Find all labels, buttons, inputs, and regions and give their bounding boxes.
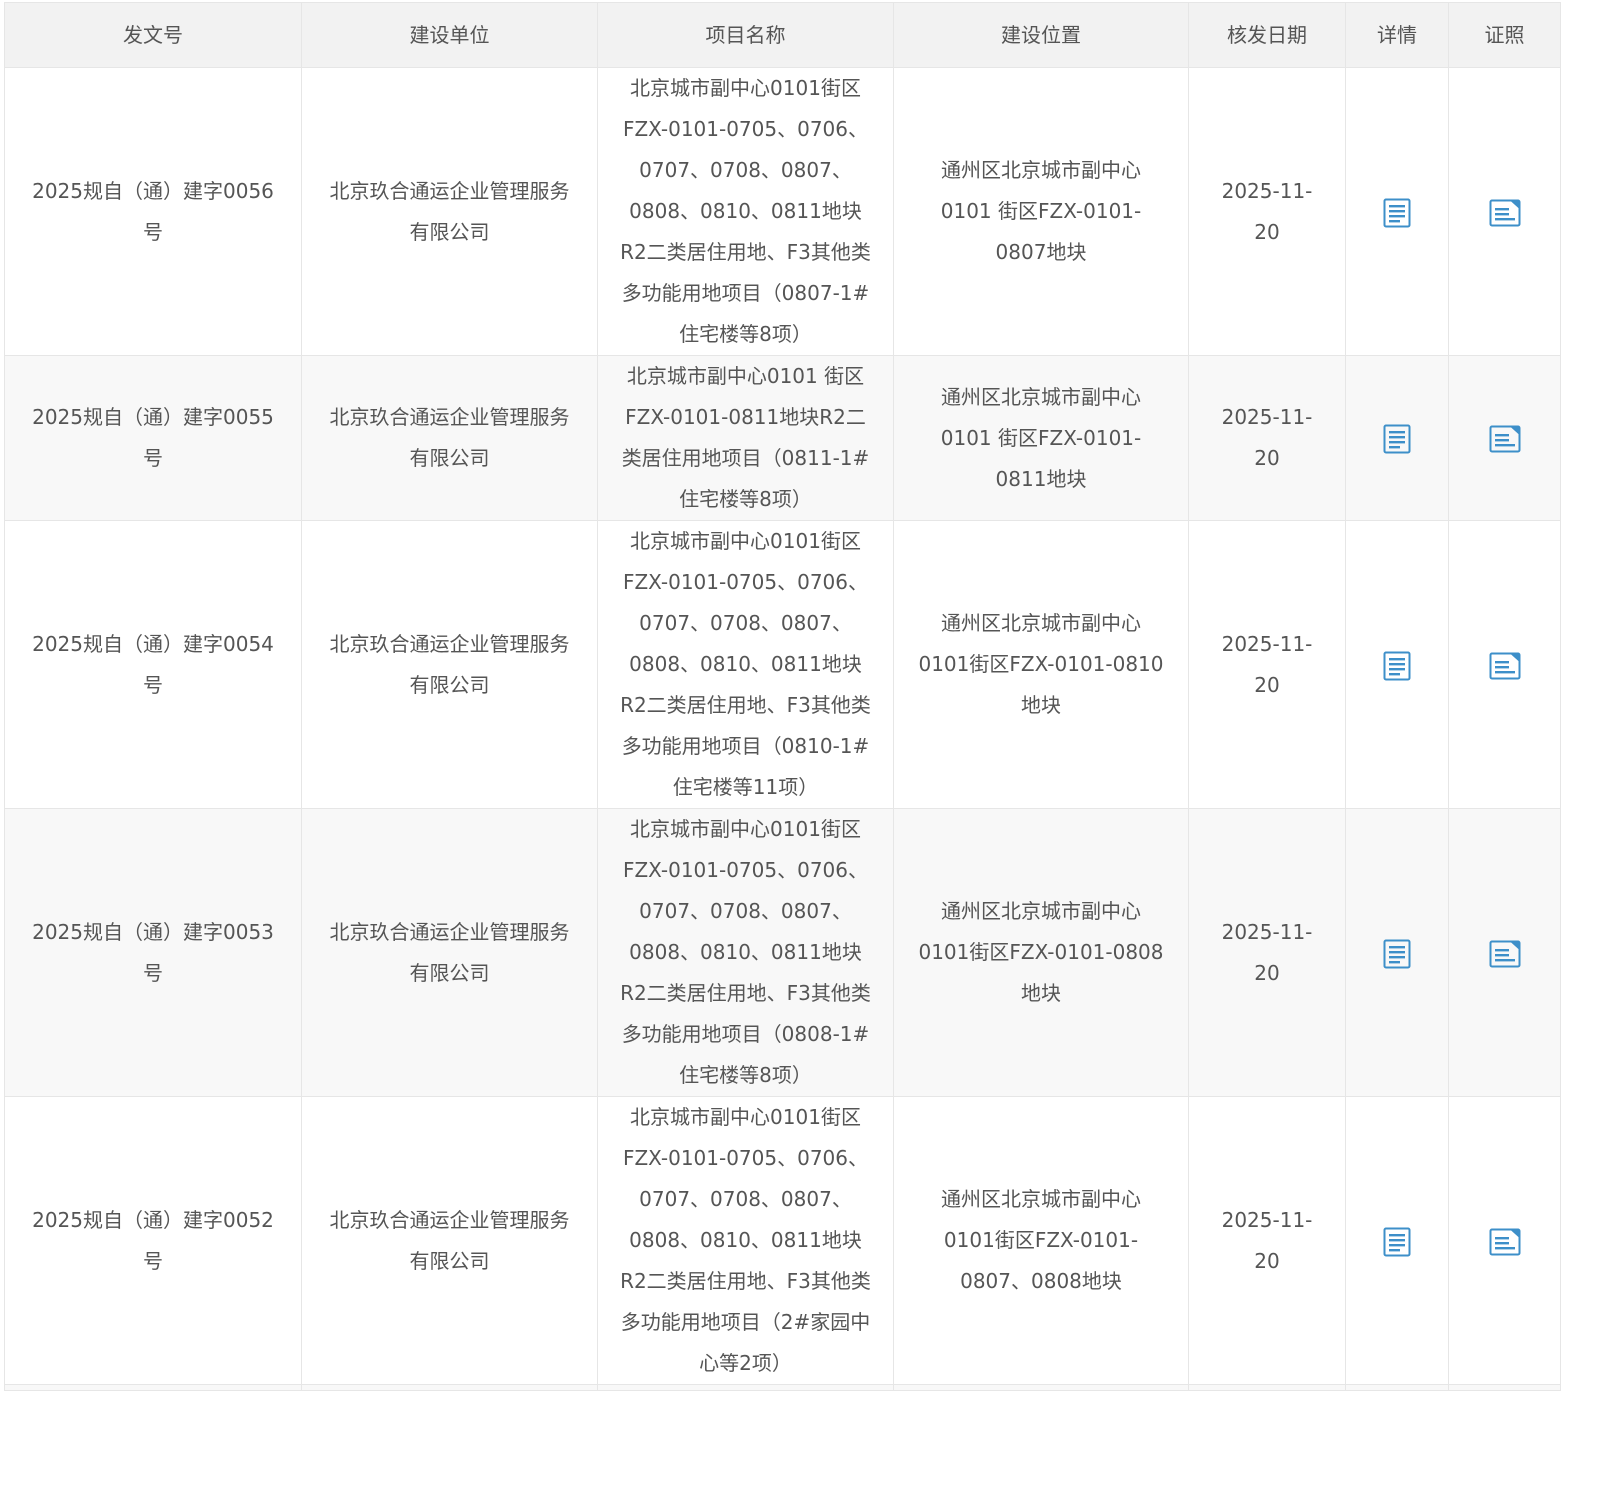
location-cell: 通州区北京城市副中心0101 街区FZX-0101-0811地块 bbox=[893, 355, 1189, 521]
date-cell: 2025-11-20 bbox=[1188, 520, 1346, 809]
project-cell: 北京城市副中心0101街区FZX-0101-0705、0706、0707、070… bbox=[597, 808, 894, 1097]
detail-cell bbox=[1345, 355, 1449, 521]
doc-no-cell: 2025规自（通）建字0052号 bbox=[4, 1096, 302, 1385]
column-header-location: 建设位置 bbox=[893, 2, 1189, 68]
license-cell bbox=[1448, 67, 1561, 356]
column-header-unit: 建设单位 bbox=[301, 2, 598, 68]
unit-cell: 北京玖合通运企业管理服务有限公司 bbox=[301, 520, 598, 809]
detail-cell bbox=[1345, 1096, 1449, 1385]
project-cell: 北京城市副中心0101街区FZX-0101-0705、0706、0707、070… bbox=[597, 67, 894, 356]
project-cell: 北京城市副中心0101 街区FZX-0101-0811地块R2二类居住用地项目（… bbox=[597, 355, 894, 521]
doc-no-cell: 2025规自（通）建字0053号 bbox=[4, 808, 302, 1097]
location-cell: 通州区北京城市副中心0101街区FZX-0101-0810地块 bbox=[893, 520, 1189, 809]
doc-no-cell: 2025规自（通）建字0055号 bbox=[4, 355, 302, 521]
unit-cell: 北京玖合通运企业管理服务有限公司 bbox=[301, 1096, 598, 1385]
table-header-row: 发文号 建设单位 项目名称 建设位置 核发日期 详情 证照 bbox=[4, 2, 1561, 68]
certificate-icon[interactable] bbox=[1489, 1226, 1521, 1258]
document-lines-icon[interactable] bbox=[1381, 1226, 1413, 1258]
detail-cell bbox=[1345, 520, 1449, 809]
permits-table: 发文号 建设单位 项目名称 建设位置 核发日期 详情 证照 2025规自（通）建… bbox=[4, 2, 1561, 1391]
date-cell: 2025-11-20 bbox=[1188, 355, 1346, 521]
empty-cell bbox=[1188, 1384, 1346, 1391]
doc-no-cell: 2025规自（通）建字0054号 bbox=[4, 520, 302, 809]
certificate-icon[interactable] bbox=[1489, 423, 1521, 455]
license-cell bbox=[1448, 520, 1561, 809]
column-header-date: 核发日期 bbox=[1188, 2, 1346, 68]
certificate-icon[interactable] bbox=[1489, 938, 1521, 970]
document-lines-icon[interactable] bbox=[1381, 650, 1413, 682]
table-row: 2025规自（通）建字0054号 北京玖合通运企业管理服务有限公司 北京城市副中… bbox=[4, 520, 1561, 809]
unit-cell: 北京玖合通运企业管理服务有限公司 bbox=[301, 808, 598, 1097]
empty-cell bbox=[893, 1384, 1189, 1391]
column-header-detail: 详情 bbox=[1345, 2, 1449, 68]
table-row: 2025规自（通）建字0056号 北京玖合通运企业管理服务有限公司 北京城市副中… bbox=[4, 67, 1561, 356]
detail-cell bbox=[1345, 67, 1449, 356]
table-row: 2025规自（通）建字0052号 北京玖合通运企业管理服务有限公司 北京城市副中… bbox=[4, 1096, 1561, 1385]
certificate-icon[interactable] bbox=[1489, 197, 1521, 229]
document-lines-icon[interactable] bbox=[1381, 197, 1413, 229]
empty-cell bbox=[301, 1384, 598, 1391]
detail-cell bbox=[1345, 808, 1449, 1097]
license-cell bbox=[1448, 355, 1561, 521]
empty-cell bbox=[597, 1384, 894, 1391]
table-row-partial bbox=[4, 1384, 1561, 1391]
column-header-doc-no: 发文号 bbox=[4, 2, 302, 68]
date-cell: 2025-11-20 bbox=[1188, 67, 1346, 356]
unit-cell: 北京玖合通运企业管理服务有限公司 bbox=[301, 67, 598, 356]
date-cell: 2025-11-20 bbox=[1188, 1096, 1346, 1385]
project-cell: 北京城市副中心0101街区FZX-0101-0705、0706、0707、070… bbox=[597, 520, 894, 809]
document-lines-icon[interactable] bbox=[1381, 423, 1413, 455]
empty-cell bbox=[4, 1384, 302, 1391]
unit-cell: 北京玖合通运企业管理服务有限公司 bbox=[301, 355, 598, 521]
column-header-license: 证照 bbox=[1448, 2, 1561, 68]
empty-cell bbox=[1448, 1384, 1561, 1391]
certificate-icon[interactable] bbox=[1489, 650, 1521, 682]
empty-cell bbox=[1345, 1384, 1449, 1391]
date-cell: 2025-11-20 bbox=[1188, 808, 1346, 1097]
table-row: 2025规自（通）建字0053号 北京玖合通运企业管理服务有限公司 北京城市副中… bbox=[4, 808, 1561, 1097]
location-cell: 通州区北京城市副中心0101 街区FZX-0101-0807地块 bbox=[893, 67, 1189, 356]
document-lines-icon[interactable] bbox=[1381, 938, 1413, 970]
project-cell: 北京城市副中心0101街区FZX-0101-0705、0706、0707、070… bbox=[597, 1096, 894, 1385]
doc-no-cell: 2025规自（通）建字0056号 bbox=[4, 67, 302, 356]
location-cell: 通州区北京城市副中心0101街区FZX-0101-0808地块 bbox=[893, 808, 1189, 1097]
table-row: 2025规自（通）建字0055号 北京玖合通运企业管理服务有限公司 北京城市副中… bbox=[4, 355, 1561, 521]
column-header-project: 项目名称 bbox=[597, 2, 894, 68]
location-cell: 通州区北京城市副中心0101街区FZX-0101-0807、0808地块 bbox=[893, 1096, 1189, 1385]
license-cell bbox=[1448, 1096, 1561, 1385]
license-cell bbox=[1448, 808, 1561, 1097]
